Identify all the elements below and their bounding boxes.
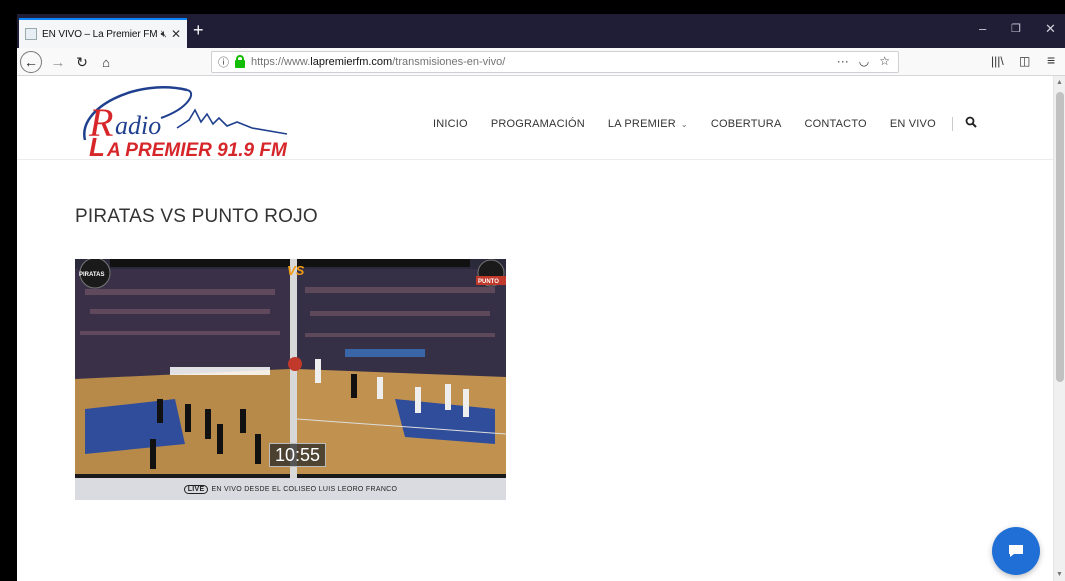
scrollbar-thumb[interactable]: [1056, 92, 1064, 382]
address-bar[interactable]: ⓘ https://www.lapremierfm.com/transmisio…: [211, 51, 899, 73]
la-premier-logo[interactable]: R adio L A PREMIER 91.9 FM: [77, 78, 317, 158]
nav-item-inicio[interactable]: INICIO: [433, 118, 468, 130]
sidebar-icon[interactable]: ◫: [1019, 54, 1030, 68]
site-favicon-icon: [25, 28, 37, 40]
hamburger-menu-icon[interactable]: ≡: [1047, 52, 1055, 68]
home-button[interactable]: ⌂: [95, 51, 117, 73]
scroll-up-icon[interactable]: ▲: [1056, 79, 1063, 86]
browser-window: EN VIVO – La Premier FM 91 🔇︎ ✕ + – ❐ ✕ …: [17, 14, 1065, 581]
page-scrollbar[interactable]: ▲ ▼: [1053, 76, 1065, 581]
chat-bubble-icon: [1009, 545, 1023, 557]
speaker-muted-icon[interactable]: 🔇︎: [161, 29, 167, 40]
chat-button[interactable]: [992, 527, 1040, 575]
library-icon[interactable]: |||\: [991, 54, 1004, 68]
web-page: R adio L A PREMIER 91.9 FM INICIO PROGRA…: [17, 76, 1053, 581]
vs-mark: VS: [287, 263, 305, 278]
chevron-down-icon: ⌄: [680, 119, 688, 129]
post-title: PIRATAS VS PUNTO ROJO: [75, 206, 318, 227]
live-video-player[interactable]: PIRATAS PUNTO VS 10:55 LIVE EN VIVO DESD…: [75, 259, 506, 500]
screen-border-left: [0, 0, 17, 581]
tab-strip: EN VIVO – La Premier FM 91 🔇︎ ✕ + – ❐ ✕: [17, 14, 1065, 48]
video-lower-third: LIVE EN VIVO DESDE EL COLISEO LUIS LEORO…: [75, 478, 506, 500]
screen-border-top: [0, 0, 1065, 14]
nav-item-la-premier[interactable]: LA PREMIER ⌄: [608, 118, 688, 130]
pocket-icon[interactable]: ◡: [859, 54, 869, 68]
live-badge: LIVE: [183, 484, 209, 494]
navigation-toolbar: ← → ↻ ⌂ ⓘ https://www.lapremierfm.com/tr…: [17, 48, 1065, 76]
url-text: https://www.lapremierfm.com/transmisione…: [251, 56, 506, 68]
tab-title: EN VIVO – La Premier FM 91: [42, 28, 157, 40]
forward-button[interactable]: →: [47, 51, 69, 73]
team-right-logo-text: PUNTO: [478, 279, 499, 285]
video-caption: EN VIVO DESDE EL COLISEO LUIS LEORO FRAN…: [211, 485, 398, 493]
logo-initial-l: L: [89, 132, 105, 158]
nav-item-cobertura[interactable]: COBERTURA: [711, 118, 782, 130]
active-tab[interactable]: EN VIVO – La Premier FM 91 🔇︎ ✕: [19, 18, 187, 48]
restore-button[interactable]: ❐: [1011, 22, 1021, 35]
game-clock: 10:55: [269, 443, 327, 467]
nav-item-contacto[interactable]: CONTACTO: [805, 118, 867, 130]
tab-close-icon[interactable]: ✕: [171, 27, 181, 41]
scroll-down-icon[interactable]: ▼: [1056, 571, 1063, 578]
search-icon[interactable]: [965, 116, 977, 131]
main-nav: INICIO PROGRAMACIÓN LA PREMIER ⌄ COBERTUR…: [433, 116, 977, 131]
minimize-button[interactable]: –: [979, 21, 986, 36]
site-header: R adio L A PREMIER 91.9 FM INICIO PROGRA…: [17, 76, 1053, 160]
new-tab-button[interactable]: +: [193, 20, 204, 40]
logo-brand-text: A PREMIER 91.9 FM: [106, 140, 288, 158]
nav-divider: [951, 116, 953, 131]
nav-item-programacion[interactable]: PROGRAMACIÓN: [491, 118, 585, 130]
nav-item-en-vivo[interactable]: EN VIVO: [890, 118, 936, 130]
logo-radio-text: adio: [115, 111, 161, 140]
lock-icon: [235, 54, 245, 68]
reload-button[interactable]: ↻: [71, 51, 93, 73]
site-info-icon[interactable]: ⓘ: [218, 54, 229, 70]
bookmark-star-icon[interactable]: ☆: [879, 54, 890, 68]
page-actions-menu-icon[interactable]: ···: [837, 54, 849, 68]
back-button[interactable]: ←: [20, 51, 42, 73]
team-left-logo-text: PIRATAS: [79, 272, 104, 278]
close-window-button[interactable]: ✕: [1045, 21, 1056, 37]
